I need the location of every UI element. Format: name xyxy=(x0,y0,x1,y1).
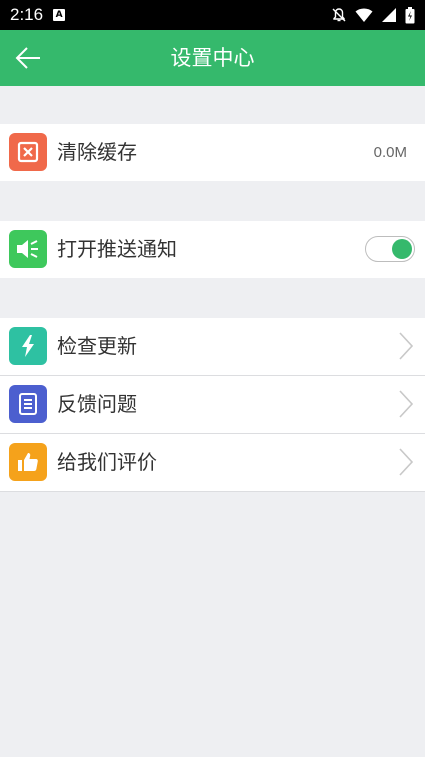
battery-icon xyxy=(405,6,415,23)
back-button[interactable] xyxy=(10,40,46,76)
rate-us-label: 给我们评价 xyxy=(57,450,157,474)
speaker-icon xyxy=(9,230,47,268)
clear-cache-row[interactable]: 清除缓存 0.0M xyxy=(0,124,425,181)
page-title: 设置中心 xyxy=(170,46,255,70)
chevron-right-icon xyxy=(399,332,414,360)
divider xyxy=(0,491,425,492)
cache-size-value: 0.0M xyxy=(373,144,407,161)
check-update-row[interactable]: 检查更新 xyxy=(0,318,425,375)
push-notification-toggle[interactable] xyxy=(365,236,415,262)
status-time: 2:16 xyxy=(10,5,44,24)
push-notification-label: 打开推送通知 xyxy=(57,237,177,261)
chevron-right-icon xyxy=(399,390,414,418)
feedback-label: 反馈问题 xyxy=(57,392,137,416)
status-icons xyxy=(331,6,415,24)
toggle-knob xyxy=(392,238,412,259)
push-notification-row: 打开推送通知 xyxy=(0,221,425,278)
bell-off-icon xyxy=(332,8,346,22)
lightning-icon xyxy=(9,327,47,365)
wifi-icon xyxy=(355,8,373,22)
signal-icon xyxy=(382,8,396,22)
rate-us-row[interactable]: 给我们评价 xyxy=(0,434,425,491)
document-icon xyxy=(9,385,47,423)
feedback-row[interactable]: 反馈问题 xyxy=(0,376,425,433)
check-update-label: 检查更新 xyxy=(57,334,137,358)
clear-cache-label: 清除缓存 xyxy=(57,140,137,164)
chevron-right-icon xyxy=(399,448,414,476)
thumbs-up-icon xyxy=(9,443,47,481)
arrow-left-icon xyxy=(15,47,40,69)
status-bar: 2:16 A xyxy=(0,0,425,30)
app-bar: 设置中心 xyxy=(0,30,425,86)
notification-a-icon: A xyxy=(53,9,66,21)
close-box-icon xyxy=(9,133,47,171)
